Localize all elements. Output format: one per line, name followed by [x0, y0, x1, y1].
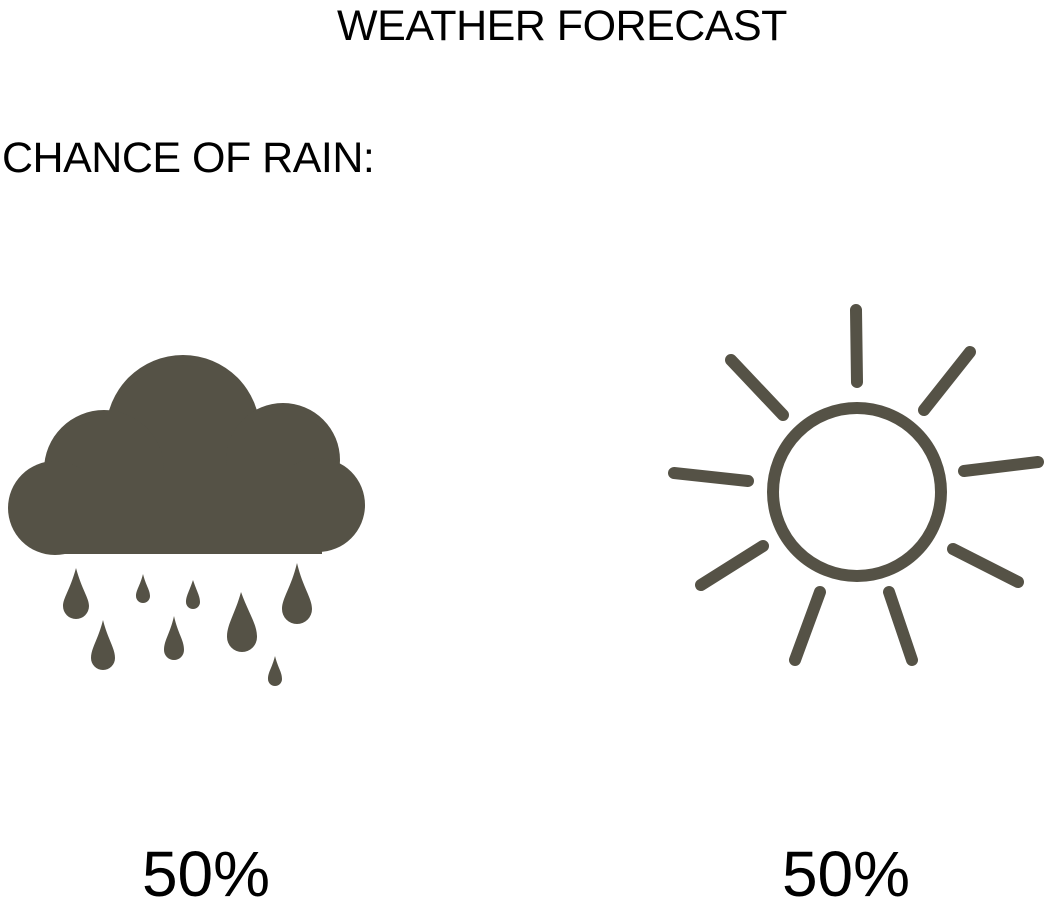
sun-chance-percent: 50%: [781, 838, 911, 910]
sun-icon: [668, 304, 1044, 666]
rain-chance-percent: 50%: [141, 838, 271, 910]
